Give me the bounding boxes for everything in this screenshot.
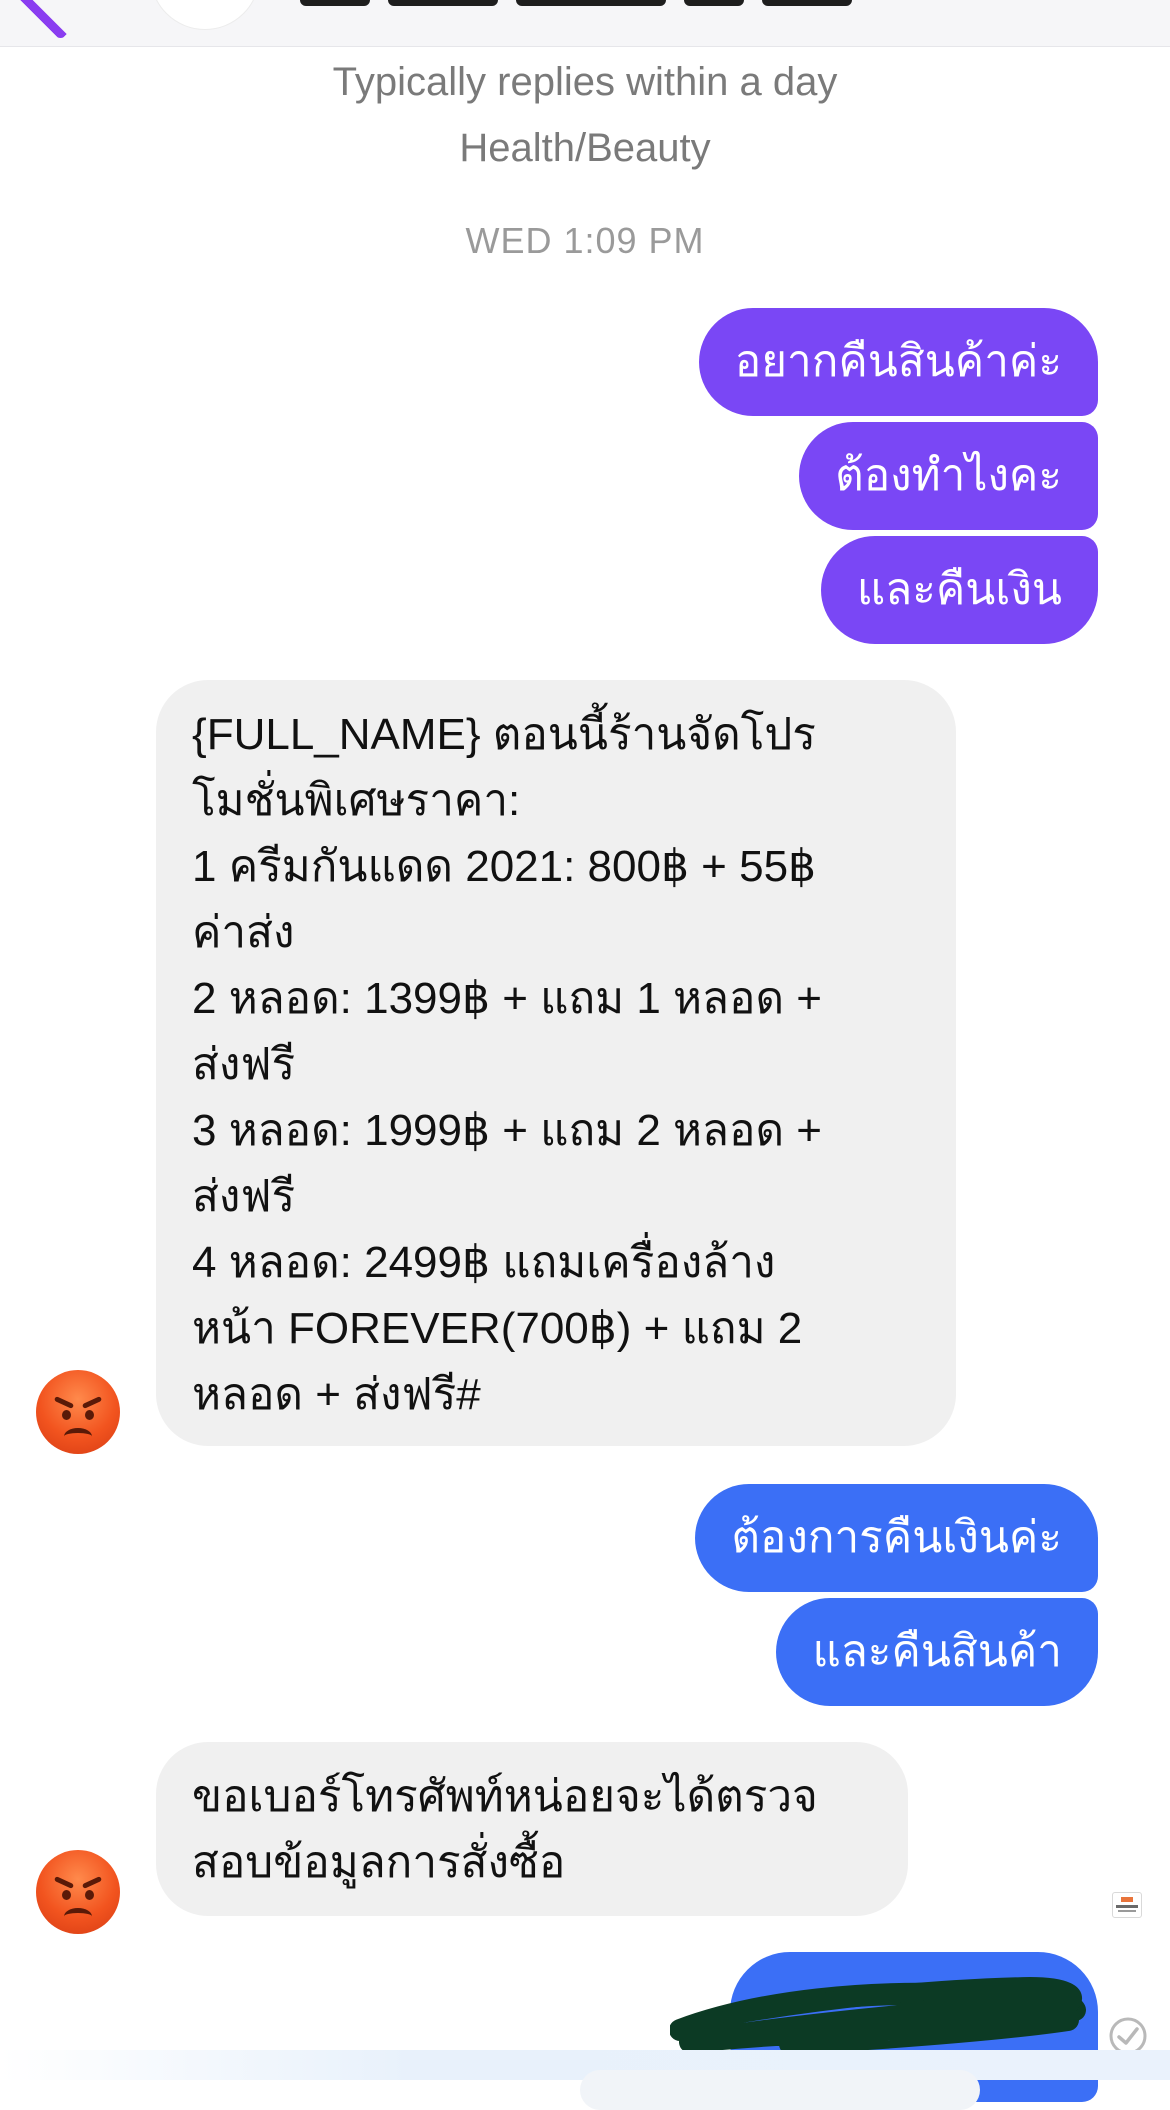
message-line: {FULL_NAME} ตอนนี้ร้านจัดโปร — [192, 710, 816, 759]
message-input[interactable] — [580, 2070, 980, 2110]
outgoing-message[interactable]: และคืนเงิน — [820, 536, 1098, 644]
message-line: ค่าส่ง — [192, 908, 295, 957]
page-name-cut-off — [300, 0, 900, 8]
page-avatar[interactable] — [150, 0, 260, 30]
message-line: สอบข้อมูลการสั่งซื้อ — [192, 1838, 566, 1887]
message-line: หน้า FOREVER(700฿) + แถม 2 — [192, 1304, 803, 1353]
back-chevron-icon[interactable] — [14, 0, 107, 41]
message-line: 3 หลอด: 1999฿ + แถม 2 หลอด + — [192, 1106, 822, 1155]
redaction-scribble — [670, 1976, 1086, 2050]
message-timestamp: WED 1:09 PM — [465, 220, 705, 261]
message-line: ส่งฟรี — [192, 1172, 296, 1221]
message-line: 1 ครีมกันแดด 2021: 800฿ + 55฿ — [192, 842, 817, 891]
message-line: 2 หลอด: 1399฿ + แถม 1 หลอด + — [192, 974, 822, 1023]
message-line: 4 หลอด: 2499฿ แถมเครื่องล้าง — [192, 1238, 776, 1287]
reply-time-note: Typically replies within a day — [332, 60, 838, 104]
message-line: ขอเบอร์โทรศัพท์หน่อยจะได้ตรวจ — [192, 1772, 818, 1821]
outgoing-message[interactable]: ต้องการคืนเงินค่ะ — [695, 1484, 1098, 1592]
message-line: ส่งฟรี — [192, 1040, 296, 1089]
message-line: โมชั่นพิเศษราคา: — [192, 776, 521, 825]
incoming-message[interactable]: ขอเบอร์โทรศัพท์หน่อยจะได้ตรวจ สอบข้อมูลก… — [156, 1742, 908, 1916]
outgoing-message[interactable]: และคืนสินค้า — [776, 1598, 1098, 1706]
seen-by-page-logo-icon — [1112, 1892, 1142, 1918]
page-category: Health/Beauty — [459, 126, 711, 170]
angry-face-avatar-icon[interactable] — [36, 1850, 120, 1934]
outgoing-message[interactable]: อยากคืนสินค้าค่ะ — [698, 308, 1098, 416]
angry-face-avatar-icon[interactable] — [36, 1370, 120, 1454]
conversation-header — [0, 0, 1170, 47]
message-line: หลอด + ส่งฟรี# — [192, 1370, 481, 1419]
incoming-message[interactable]: {FULL_NAME} ตอนนี้ร้านจัดโปร โมชั่นพิเศษ… — [156, 680, 956, 1446]
outgoing-message[interactable]: ต้องทำไงคะ — [799, 422, 1098, 530]
